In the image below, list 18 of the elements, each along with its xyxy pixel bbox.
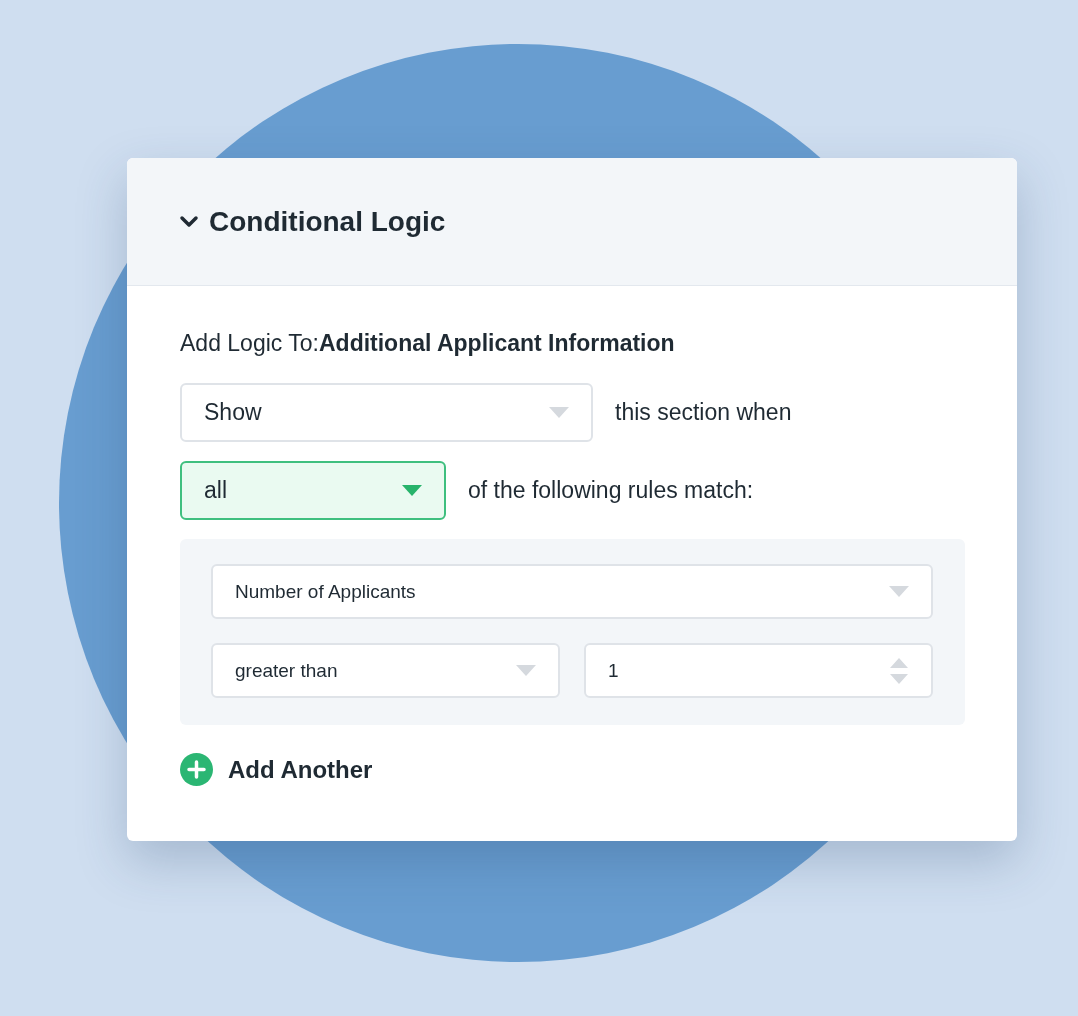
chevron-icon [179, 214, 199, 229]
caret-icon [889, 585, 909, 598]
caret-icon [402, 484, 422, 497]
action-select[interactable]: Show [180, 383, 593, 442]
caret-icon [516, 664, 536, 677]
field-select[interactable]: Number of Applicants [211, 564, 933, 619]
panel-title: Conditional Logic [209, 205, 446, 238]
plus-icon [180, 753, 213, 786]
panel-header[interactable]: Conditional Logic [127, 158, 1017, 286]
add-another-button[interactable]: Add Another [180, 753, 373, 786]
target-text: Add Logic To:Additional Applicant Information [180, 330, 676, 357]
match-select[interactable]: all [180, 461, 446, 520]
value-field[interactable]: 1 [584, 643, 933, 698]
caret-icon [549, 406, 569, 419]
stepper-icon [889, 656, 909, 685]
operator-select[interactable]: greater than [211, 643, 560, 698]
match-suffix: of the following rules match: [468, 477, 754, 504]
action-suffix: this section when [615, 399, 792, 426]
